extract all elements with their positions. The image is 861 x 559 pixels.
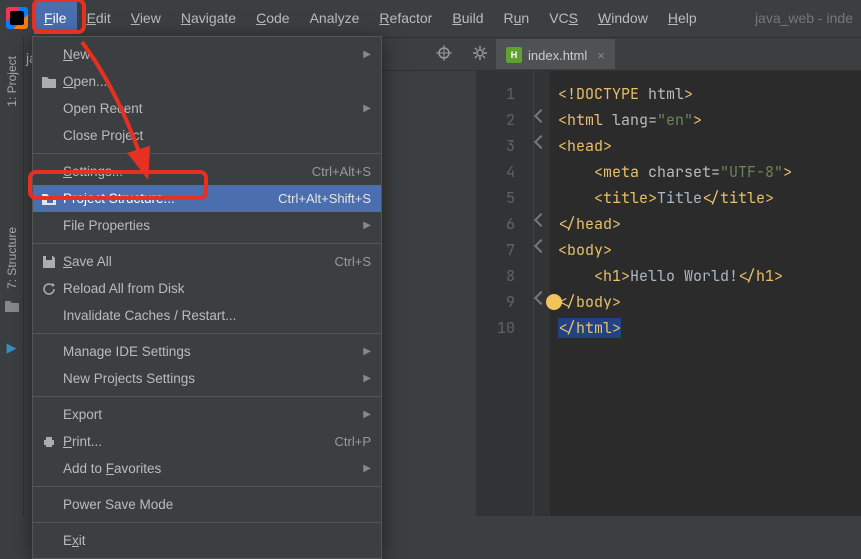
menuitem-add-to-favorites[interactable]: Add to Favorites ▶ <box>33 455 381 482</box>
menu-analyze[interactable]: Analyze <box>300 2 370 34</box>
menu-help[interactable]: Help <box>658 2 707 34</box>
save-icon <box>41 254 57 270</box>
menu-vcs[interactable]: VCS <box>539 2 588 34</box>
menuitem-new-projects-settings[interactable]: New Projects Settings ▶ <box>33 365 381 392</box>
menuitem-label: Save All <box>63 254 112 269</box>
shortcut-label: Ctrl+P <box>335 434 371 449</box>
tool-window-bar-left: 1: Project 7: Structure ▶ <box>0 36 24 516</box>
chevron-right-icon[interactable]: ▶ <box>7 340 17 356</box>
menuitem-exit[interactable]: Exit <box>33 527 381 554</box>
menuitem-open-recent[interactable]: Open Recent ▶ <box>33 95 381 122</box>
shortcut-label: Ctrl+Alt+S <box>312 164 371 179</box>
menuitem-file-properties[interactable]: File Properties ▶ <box>33 212 381 239</box>
menuitem-label: Open Recent <box>63 101 143 116</box>
menuitem-project-structure[interactable]: Project Structure... Ctrl+Alt+Shift+S <box>33 185 381 212</box>
menuitem-label: Print... <box>63 434 102 449</box>
menuitem-settings[interactable]: Settings... Ctrl+Alt+S <box>33 158 381 185</box>
folder-icon <box>4 299 20 316</box>
project-tool-button[interactable]: 1: Project <box>5 56 19 107</box>
chevron-right-icon: ▶ <box>363 103 371 114</box>
tab-label: index.html <box>528 48 587 63</box>
menuitem-manage-ide-settings[interactable]: Manage IDE Settings ▶ <box>33 338 381 365</box>
shortcut-label: Ctrl+Alt+Shift+S <box>278 191 371 206</box>
line-number-gutter: 12345678910 <box>476 71 534 516</box>
menubar: FileEditViewNavigateCodeAnalyzeRefactorB… <box>0 0 861 36</box>
project-structure-icon <box>41 191 57 207</box>
reload-icon <box>41 281 57 297</box>
menuitem-label: Reload All from Disk <box>63 281 185 296</box>
editor-tabbar: H index.html × <box>496 37 615 71</box>
menuitem-label: Manage IDE Settings <box>63 344 191 359</box>
code-area[interactable]: <!DOCTYPE html><html lang="en"><head> <m… <box>550 71 792 516</box>
crosshair-icon[interactable] <box>436 45 452 64</box>
window-title: java_web - inde <box>755 10 855 26</box>
menuitem-label: Open... <box>63 74 107 89</box>
code-editor[interactable]: 12345678910 <!DOCTYPE html><html lang="e… <box>476 71 861 516</box>
editor-tab[interactable]: H index.html × <box>496 39 615 69</box>
menuitem-new[interactable]: New ▶ <box>33 41 381 68</box>
chevron-right-icon: ▶ <box>363 373 371 384</box>
menu-view[interactable]: View <box>121 2 171 34</box>
menuitem-label: Settings... <box>63 164 123 179</box>
menuitem-open[interactable]: Open... <box>33 68 381 95</box>
menu-code[interactable]: Code <box>246 2 299 34</box>
menuitem-power-save-mode[interactable]: Power Save Mode <box>33 491 381 518</box>
menu-run[interactable]: Run <box>493 2 539 34</box>
structure-tool-button[interactable]: 7: Structure <box>5 227 19 289</box>
chevron-right-icon: ▶ <box>363 346 371 357</box>
print-icon <box>41 434 57 450</box>
fold-gutter <box>534 71 550 516</box>
menuitem-print[interactable]: Print... Ctrl+P <box>33 428 381 455</box>
intention-bulb-icon[interactable] <box>546 294 562 310</box>
menuitem-label: File Properties <box>63 218 150 233</box>
chevron-right-icon: ▶ <box>363 49 371 60</box>
menu-refactor[interactable]: Refactor <box>369 2 442 34</box>
close-icon[interactable]: × <box>597 48 605 63</box>
menu-build[interactable]: Build <box>442 2 493 34</box>
menuitem-label: New <box>63 47 90 62</box>
menuitem-invalidate-caches-restart[interactable]: Invalidate Caches / Restart... <box>33 302 381 329</box>
menu-edit[interactable]: Edit <box>77 2 121 34</box>
menuitem-label: Close Project <box>63 128 143 143</box>
menuitem-export[interactable]: Export ▶ <box>33 401 381 428</box>
chevron-right-icon: ▶ <box>363 409 371 420</box>
menuitem-label: New Projects Settings <box>63 371 195 386</box>
menu-navigate[interactable]: Navigate <box>171 2 246 34</box>
chevron-right-icon: ▶ <box>363 220 371 231</box>
menuitem-reload-all-from-disk[interactable]: Reload All from Disk <box>33 275 381 302</box>
menuitem-label: Exit <box>63 533 86 548</box>
open-icon <box>41 74 57 90</box>
menuitem-close-project[interactable]: Close Project <box>33 122 381 149</box>
menuitem-label: Invalidate Caches / Restart... <box>63 308 236 323</box>
chevron-right-icon: ▶ <box>363 463 371 474</box>
menu-file[interactable]: File <box>34 2 77 34</box>
intellij-logo-icon <box>6 7 28 29</box>
html-file-icon: H <box>506 47 522 63</box>
menuitem-label: Export <box>63 407 102 422</box>
shortcut-label: Ctrl+S <box>335 254 371 269</box>
menu-window[interactable]: Window <box>588 2 658 34</box>
menuitem-save-all[interactable]: Save All Ctrl+S <box>33 248 381 275</box>
menuitem-label: Project Structure... <box>63 191 175 206</box>
menuitem-label: Power Save Mode <box>63 497 173 512</box>
gear-icon[interactable] <box>472 45 488 64</box>
file-menu-dropdown: New ▶ Open... Open Recent ▶ Close Project Sett… <box>32 36 382 559</box>
menuitem-label: Add to Favorites <box>63 461 161 476</box>
